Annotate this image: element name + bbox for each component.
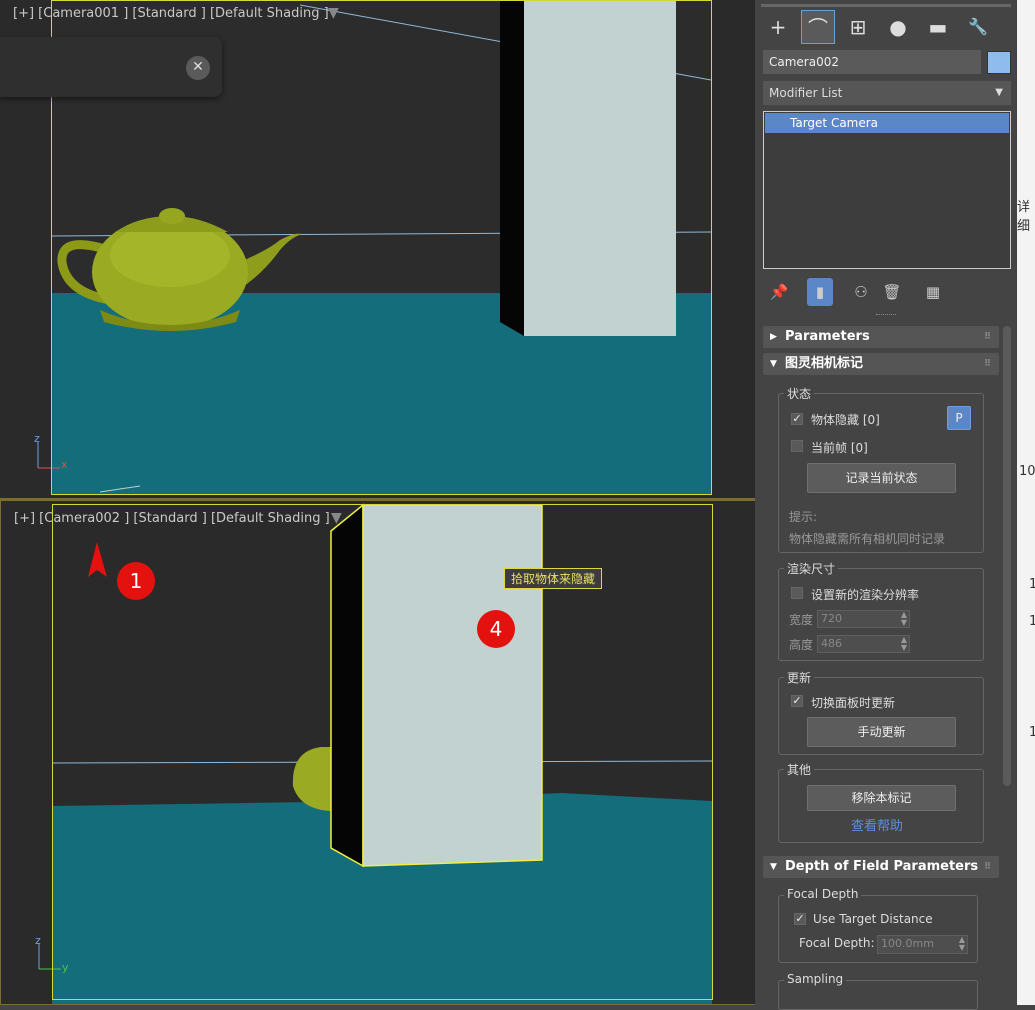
configure-sets-icon[interactable]: ▦: [920, 278, 946, 306]
rollout-title: 图灵相机标记: [785, 356, 864, 371]
edge-text: 详细: [1017, 200, 1031, 234]
create-tab-icon[interactable]: +: [761, 10, 795, 44]
other-title: 其他: [784, 761, 815, 778]
viewport-camera002[interactable]: [+] [Camera002 ] [Standard ] [Default Sh…: [0, 500, 760, 1005]
panel-tabs: + ⌒ ⊞ ● ▬ 🔧: [761, 10, 1011, 44]
use-target-checkbox[interactable]: ✓: [794, 913, 806, 925]
annotation-4: 4: [477, 610, 515, 648]
display-tab-icon[interactable]: ▬: [921, 10, 955, 44]
viewport-label[interactable]: [+] [Camera001 ] [Standard ] [Default Sh…: [13, 6, 329, 21]
panel-splitter[interactable]: [876, 314, 896, 317]
height-label: 高度: [789, 638, 814, 652]
hint-title: 提示:: [789, 510, 818, 524]
edge-text: 1: [1029, 577, 1035, 592]
close-icon[interactable]: ✕: [186, 56, 210, 80]
focal-depth-label: Focal Depth:: [799, 936, 875, 950]
hide-objects-checkbox[interactable]: ✓: [791, 413, 803, 425]
pick-tooltip: 拾取物体来隐藏: [504, 568, 603, 589]
edge-text: 1: [1029, 614, 1035, 629]
rollout-parameters[interactable]: ▶ Parameters ⠿: [763, 326, 999, 348]
record-state-button[interactable]: 记录当前状态: [807, 463, 956, 493]
focal-depth-spinner[interactable]: 100.0mm ▲ ▼: [877, 935, 968, 954]
rollout-dof[interactable]: ▼ Depth of Field Parameters ⠿: [763, 856, 999, 878]
switch-update-checkbox[interactable]: ✓: [791, 695, 803, 707]
axis-z-label: z: [34, 432, 40, 445]
modifier-stack[interactable]: Target Camera: [763, 111, 1011, 269]
width-spinner[interactable]: 720 ▲ ▼: [817, 610, 910, 628]
focal-depth-group-title: Focal Depth: [784, 887, 862, 901]
filter-icon[interactable]: ▼: [328, 5, 339, 21]
pick-p-button[interactable]: P: [947, 406, 971, 430]
height-value: 486: [821, 637, 842, 650]
annotation-1: 1: [117, 562, 155, 600]
rollout-title: Parameters: [785, 329, 870, 344]
set-resolution-checkbox[interactable]: [791, 587, 803, 599]
utilities-tab-icon[interactable]: 🔧: [961, 10, 995, 44]
hide-objects-label: 物体隐藏 [0]: [811, 413, 880, 427]
spinner-arrows-icon[interactable]: ▲ ▼: [959, 936, 965, 952]
search-popup[interactable]: ✕: [0, 37, 222, 97]
height-spinner[interactable]: 486 ▲ ▼: [817, 635, 910, 653]
modify-tab-icon[interactable]: ⌒: [801, 10, 835, 44]
show-end-result-icon[interactable]: ▮: [807, 278, 833, 306]
width-value: 720: [821, 612, 842, 625]
object-name-field[interactable]: Camera002: [763, 50, 981, 74]
remove-marker-button[interactable]: 移除本标记: [807, 785, 956, 811]
stack-toolbar: 📌 ▮ ⚇ 🗑 ▦: [763, 278, 1011, 306]
make-unique-icon[interactable]: ⚇: [848, 278, 874, 306]
modifier-list-dropdown[interactable]: Modifier List ▼: [763, 81, 1011, 105]
axis-x-label: x: [61, 458, 68, 471]
hierarchy-tab-icon[interactable]: ⊞: [841, 10, 875, 44]
background-window-edge: 详细 10 1 1 1: [1017, 0, 1035, 1005]
grip-icon: ⠿: [983, 862, 991, 872]
rollout-title: Depth of Field Parameters: [785, 859, 979, 874]
spinner-arrows-icon[interactable]: ▲ ▼: [901, 611, 907, 627]
filter-icon[interactable]: ▼: [331, 510, 342, 526]
sampling-group-title: Sampling: [784, 972, 847, 986]
current-frame-label: 当前帧 [0]: [811, 441, 868, 455]
remove-modifier-icon[interactable]: 🗑: [879, 278, 905, 306]
use-target-label: Use Target Distance: [813, 912, 933, 926]
spinner-arrows-icon[interactable]: ▲ ▼: [901, 636, 907, 652]
manual-update-button[interactable]: 手动更新: [807, 717, 956, 747]
width-label: 宽度: [789, 613, 814, 627]
motion-tab-icon[interactable]: ●: [881, 10, 915, 44]
viewport-label[interactable]: [+] [Camera002 ] [Standard ] [Default Sh…: [14, 511, 330, 526]
switch-update-label: 切换面板时更新: [811, 696, 896, 710]
grip-icon: ⠿: [983, 359, 991, 369]
modifier-list-label: Modifier List: [769, 86, 843, 100]
help-link[interactable]: 查看帮助: [851, 815, 903, 834]
panel-top-strip: [761, 4, 1011, 7]
edge-text: 10: [1019, 464, 1035, 479]
pin-stack-icon[interactable]: 📌: [766, 278, 792, 306]
chevron-right-icon: ▶: [770, 332, 777, 342]
edge-text: 1: [1029, 725, 1035, 740]
set-resolution-label: 设置新的渲染分辨率: [811, 588, 920, 602]
update-title: 更新: [784, 669, 815, 686]
rollout-camera-marker[interactable]: ▼ 图灵相机标记 ⠿: [763, 353, 999, 375]
chevron-down-icon: ▼: [770, 862, 777, 872]
stack-item-target-camera[interactable]: Target Camera: [765, 113, 1009, 133]
state-group-title: 状态: [784, 385, 815, 402]
axis-z-label: z: [35, 934, 41, 947]
axis-y-label: y: [62, 961, 69, 974]
current-frame-checkbox[interactable]: [791, 440, 803, 452]
focal-depth-value: 100.0mm: [881, 937, 934, 950]
hint-text: 物体隐藏需所有相机同时记录: [789, 532, 946, 546]
panel-scrollbar[interactable]: [1003, 326, 1011, 786]
chevron-down-icon: ▼: [770, 359, 777, 369]
render-size-title: 渲染尺寸: [784, 560, 839, 577]
chevron-down-icon: ▼: [995, 87, 1003, 98]
grip-icon: ⠿: [983, 332, 991, 342]
object-color-swatch[interactable]: [987, 51, 1011, 74]
